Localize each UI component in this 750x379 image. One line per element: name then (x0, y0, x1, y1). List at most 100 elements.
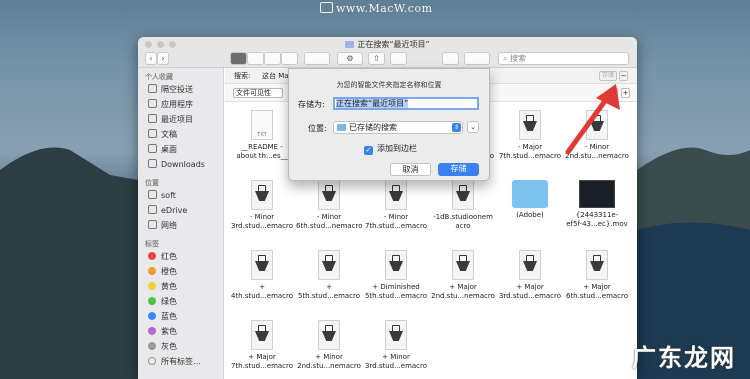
file-item[interactable]: - Major 7th.stud...emacro (497, 110, 563, 161)
tag-dot-icon (148, 267, 156, 275)
search-input[interactable]: ⌕ 搜索 (498, 52, 629, 65)
folder-icon (512, 180, 548, 208)
sidebar-item-label: 蓝色 (161, 312, 177, 321)
sidebar-item-icon (148, 205, 157, 214)
sidebar-item[interactable]: 应用程序 (148, 99, 193, 111)
studioone-macro-file-icon (385, 250, 407, 280)
tag-icon[interactable] (390, 52, 407, 65)
sidebar-item[interactable]: 灰色 (148, 341, 177, 353)
sidebar-item-label: 应用程序 (161, 100, 193, 109)
file-item[interactable]: - Minor 3rd.stud...emacro (229, 180, 295, 231)
file-name: -1dB.studioonem acro (433, 213, 493, 230)
sidebar-item[interactable]: 网络 (148, 220, 177, 232)
file-item[interactable]: + Minor 2nd.stu...nemacro (296, 320, 362, 371)
title-bar: 正在搜索“最近项目” (138, 37, 637, 50)
file-item[interactable]: + Major 7th.stud...emacro (229, 320, 295, 371)
sidebar-item[interactable]: 蓝色 (148, 311, 177, 323)
group-by-button[interactable] (304, 52, 330, 65)
sidebar-item-icon (148, 99, 157, 108)
toolbar: ‹ › ⚙ ⇧ ⌕ 搜索 (138, 50, 637, 68)
tag-dot-icon (148, 297, 156, 305)
save-as-field[interactable]: 正在搜索“最近项目” (333, 97, 479, 110)
sidebar-heading: 标签 (145, 240, 159, 248)
file-item[interactable]: + Major 3rd.stud...emacro (497, 250, 563, 301)
file-item[interactable]: + Diminished 5th.stud...emacro (363, 250, 429, 301)
sidebar-item[interactable]: 所有标签… (148, 356, 201, 368)
file-item[interactable]: TXT __README - about th...es__ (229, 110, 295, 161)
studioone-macro-file-icon (251, 320, 273, 350)
sidebar-item-label: eDrive (161, 206, 188, 215)
chevron-down-icon: ⌄ (470, 123, 476, 131)
sidebar-item-icon (148, 190, 157, 199)
sidebar-item[interactable]: 文稿 (148, 129, 177, 141)
checkmark-icon: ✓ (364, 146, 373, 155)
studioone-macro-file-icon (318, 180, 340, 210)
sidebar-item-label: 灰色 (161, 342, 177, 351)
sidebar-item-label: soft (161, 191, 176, 200)
save-as-label: 存储为: (298, 100, 325, 109)
save-button[interactable]: 存储 (438, 163, 479, 176)
share-icon[interactable]: ⇧ (368, 52, 385, 65)
scope-this-mac[interactable]: 这台 Ma (262, 68, 289, 84)
sidebar-item-label: 红色 (161, 252, 177, 261)
sidebar-heading: 个人收藏 (145, 73, 173, 81)
tag-dot-icon (148, 327, 156, 335)
file-item[interactable]: + 5th.stud...emacro (296, 250, 362, 301)
file-item[interactable]: + Major 2nd.stu...nemacro (430, 250, 496, 301)
file-item[interactable]: - Minor 7th.stud...emacro (363, 180, 429, 231)
sidebar-item-label: 所有标签… (161, 357, 201, 366)
file-item[interactable]: + 4th.stud...emacro (229, 250, 295, 301)
tag-dot-icon (148, 342, 156, 350)
file-item[interactable]: + Minor 3rd.stud...emacro (363, 320, 429, 371)
file-item[interactable]: -1dB.studioonem acro (430, 180, 496, 231)
sidebar-item-label: 网络 (161, 221, 177, 230)
file-name: __README - about th...es__ (236, 143, 288, 160)
file-name: - Minor 6th.stud...nemacro (296, 213, 363, 230)
path-button[interactable] (442, 52, 459, 65)
forward-button[interactable]: › (157, 52, 169, 65)
action-gear-icon[interactable]: ⚙ (337, 52, 363, 65)
cancel-button[interactable]: 取消 (390, 163, 431, 176)
expand-button[interactable]: ⌄ (467, 121, 479, 133)
sidebar-item[interactable]: 橙色 (148, 266, 177, 278)
annotation-arrow-icon (565, 84, 620, 155)
view-list-button[interactable] (247, 52, 264, 65)
attribute-popup[interactable]: 文件可见性 (233, 88, 283, 98)
add-to-sidebar-checkbox[interactable]: ✓ 添加到边栏 (364, 143, 417, 155)
studioone-macro-file-icon (385, 180, 407, 210)
sidebar-item-icon (148, 84, 157, 93)
view-gallery-button[interactable] (281, 52, 298, 65)
watermark-corner: 广东龙网 (632, 344, 736, 372)
sidebar-item[interactable]: 黄色 (148, 281, 177, 293)
sidebar-item[interactable]: 红色 (148, 251, 177, 263)
file-item[interactable]: (Adobe) (497, 180, 563, 220)
file-item[interactable]: {2443311e- ef5f-43...ec}.mov (564, 180, 630, 229)
back-button[interactable]: ‹ (145, 52, 157, 65)
view-column-button[interactable] (264, 52, 281, 65)
sidebar-item[interactable]: 隔空投送 (148, 84, 193, 96)
sidebar-item-label: 黄色 (161, 282, 177, 291)
dialog-title: 为您的智能文件夹指定名称和位置 (336, 81, 442, 89)
file-name: + 5th.stud...emacro (297, 283, 361, 300)
video-thumbnail (579, 180, 615, 208)
studioone-macro-file-icon (519, 250, 541, 280)
file-name: - Minor 3rd.stud...emacro (230, 213, 294, 230)
file-item[interactable]: - Minor 6th.stud...nemacro (296, 180, 363, 231)
dropbox-button[interactable] (464, 52, 490, 65)
sidebar-item[interactable]: soft (148, 190, 176, 202)
studioone-macro-file-icon (586, 250, 608, 280)
sidebar-item[interactable]: 紫色 (148, 326, 177, 338)
sidebar-item[interactable]: 最近项目 (148, 114, 193, 126)
search-folder-icon (345, 41, 355, 48)
sidebar-item-label: 桌面 (161, 145, 177, 154)
file-item[interactable]: + Major 6th.stud...emacro (564, 250, 630, 301)
view-icon-button[interactable] (230, 52, 247, 65)
sidebar-item[interactable]: 桌面 (148, 144, 177, 156)
location-select[interactable]: 已存储的搜索 ⇕ (333, 121, 463, 134)
window-title: 正在搜索“最近项目” (138, 39, 637, 50)
sidebar-item[interactable]: Downloads (148, 159, 205, 171)
sidebar-item-icon (148, 129, 157, 138)
sidebar-item[interactable]: eDrive (148, 205, 187, 217)
sidebar-item[interactable]: 绿色 (148, 296, 177, 308)
sidebar-item-icon (148, 114, 157, 123)
